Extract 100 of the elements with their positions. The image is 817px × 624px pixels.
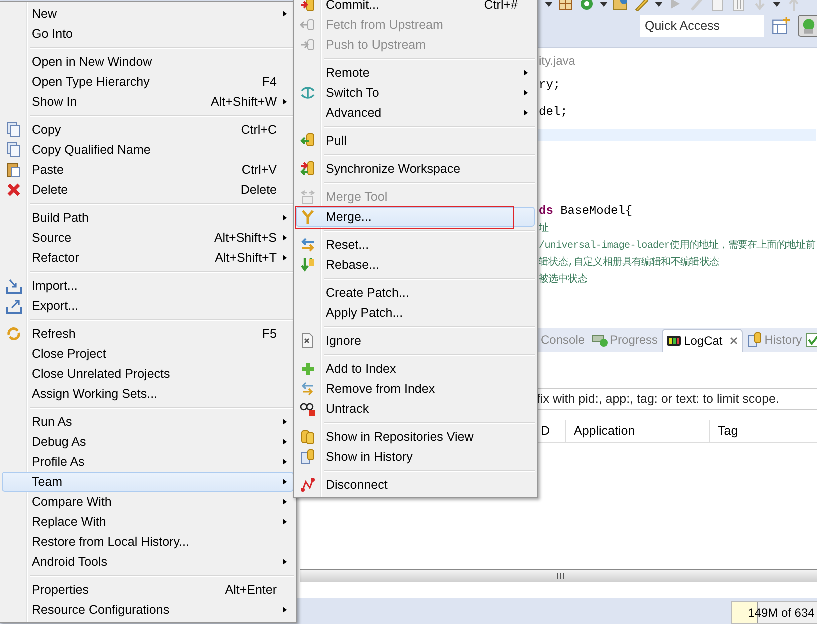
- swap-arrows-icon: [300, 237, 316, 253]
- grip-icon[interactable]: [557, 572, 566, 580]
- menu-item[interactable]: Import...: [2, 276, 294, 296]
- merge-tool-icon: [300, 189, 316, 205]
- view-tab[interactable]: LogCat: [662, 328, 743, 352]
- menu-item[interactable]: Resource Configurations: [2, 600, 294, 620]
- heap-meter[interactable]: 149M of 634: [731, 601, 817, 624]
- cylinder-arrow-icon: [300, 0, 316, 13]
- down-arrow-icon: [300, 257, 316, 273]
- menu-item[interactable]: Merge...: [296, 207, 535, 227]
- keyboard-shortcut: F4: [261, 75, 277, 89]
- cylinders-icon: [300, 429, 316, 445]
- grid-icon[interactable]: [558, 0, 574, 12]
- broken-link-icon: [300, 477, 316, 493]
- menu-item[interactable]: Disconnect: [296, 475, 535, 495]
- menu-item[interactable]: Pull: [296, 131, 535, 151]
- menu-item[interactable]: Add to Index: [296, 359, 535, 379]
- document-cylinder-icon: [300, 449, 316, 465]
- document-icon[interactable]: [710, 0, 726, 12]
- menu-item[interactable]: Refresh F5: [2, 324, 294, 344]
- code-line: ry;: [539, 78, 561, 92]
- menu-item[interactable]: Team: [2, 472, 294, 492]
- dropdown-caret-icon[interactable]: [773, 2, 781, 6]
- menu-item[interactable]: New: [2, 4, 294, 24]
- close-icon[interactable]: [728, 336, 739, 346]
- menu-item[interactable]: Show in Repositories View: [296, 427, 535, 447]
- menu-item[interactable]: Compare With: [2, 492, 294, 512]
- menu-item[interactable]: Properties Alt+Enter: [2, 580, 294, 600]
- menu-item[interactable]: Create Patch...: [296, 283, 535, 303]
- menu-item[interactable]: Open in New Window: [2, 52, 294, 72]
- menu-item[interactable]: Delete Delete: [2, 180, 294, 200]
- tray-arrow-icon: [6, 298, 22, 314]
- glasses-lock-icon: [300, 401, 316, 417]
- keyboard-shortcut: Alt+Enter: [224, 583, 277, 597]
- menu-item[interactable]: Go Into: [2, 24, 294, 44]
- menu-item[interactable]: Profile As: [2, 452, 294, 472]
- menu-item[interactable]: Commit... Ctrl+#: [296, 0, 535, 15]
- delete-icon: [6, 182, 22, 198]
- refresh-icon: [6, 326, 22, 342]
- cylinder-arrow-icon: [300, 37, 316, 53]
- menu-item[interactable]: Close Unrelated Projects: [2, 364, 294, 384]
- code-comment: 被选中状态: [539, 272, 588, 286]
- branches-icon: [300, 85, 316, 101]
- column-header[interactable]: Tag: [710, 420, 817, 442]
- keyboard-shortcut: Alt+Shift+S: [213, 231, 277, 245]
- menu-item[interactable]: Build Path: [2, 208, 294, 228]
- menu-item[interactable]: Show In Alt+Shift+W: [2, 92, 294, 112]
- quick-access-field[interactable]: Quick Access: [640, 15, 764, 37]
- cylinder-arrow-icon: [300, 17, 316, 33]
- menu-item[interactable]: Apply Patch...: [296, 303, 535, 323]
- menu-item[interactable]: Open Type Hierarchy F4: [2, 72, 294, 92]
- document-cylinder-icon: [746, 332, 763, 348]
- splitter-bar[interactable]: [300, 569, 817, 582]
- copy-icon: [6, 142, 22, 158]
- menu-item[interactable]: Remote: [296, 63, 535, 83]
- menu-item[interactable]: Reset...: [296, 235, 535, 255]
- heap-label: 149M of 634: [747, 606, 815, 620]
- dropdown-caret-icon[interactable]: [655, 2, 663, 6]
- pencil-icon[interactable]: [634, 0, 650, 12]
- menu-item[interactable]: Rebase...: [296, 255, 535, 275]
- column-header[interactable]: Application: [566, 420, 710, 442]
- menu-item[interactable]: Refactor Alt+Shift+T: [2, 248, 294, 268]
- tray-arrow-icon: [6, 278, 22, 294]
- menu-item[interactable]: Paste Ctrl+V: [2, 160, 294, 180]
- menu-item[interactable]: Ignore: [296, 331, 535, 351]
- menu-item[interactable]: Synchronize Workspace: [296, 159, 535, 179]
- menu-item[interactable]: Export...: [2, 296, 294, 316]
- keyboard-shortcut: Ctrl+V: [240, 163, 277, 177]
- menu-item[interactable]: Debug As: [2, 432, 294, 452]
- perspective-icon[interactable]: [798, 15, 817, 37]
- keyboard-shortcut: Ctrl+C: [240, 123, 277, 137]
- code-comment: /universal-image-loader使用的地址，需要在上面的地址前: [539, 238, 816, 252]
- menu-item[interactable]: Close Project: [2, 344, 294, 364]
- code-comment: 辑状态,自定义相册具有编辑和不编辑状态: [539, 256, 720, 268]
- menu-item[interactable]: Assign Working Sets...: [2, 384, 294, 404]
- menu-item[interactable]: Advanced: [296, 103, 535, 123]
- keyboard-shortcut: F5: [261, 327, 277, 341]
- menu-item[interactable]: Show in History: [296, 447, 535, 467]
- code-comment: 址: [539, 222, 549, 234]
- menu-item[interactable]: Source Alt+Shift+S: [2, 228, 294, 248]
- open-perspective-icon[interactable]: [772, 17, 790, 35]
- menu-item[interactable]: Copy Qualified Name: [2, 140, 294, 160]
- cylinder-arrow-icon: [300, 133, 316, 149]
- document-icon: [300, 333, 316, 349]
- menu-item[interactable]: Replace With: [2, 512, 294, 532]
- keyboard-shortcut: Ctrl+#: [483, 0, 518, 12]
- menu-item[interactable]: Copy Ctrl+C: [2, 120, 294, 140]
- swap-arrows-icon: [300, 381, 316, 397]
- dropdown-caret-icon[interactable]: [545, 2, 553, 6]
- menu-item[interactable]: Run As: [2, 412, 294, 432]
- menu-item[interactable]: Android Tools: [2, 552, 294, 572]
- menu-item[interactable]: Restore from Local History...: [2, 532, 294, 552]
- cylinder-arrows-icon: [300, 161, 316, 177]
- folder-icon[interactable]: [613, 0, 629, 12]
- refresh-icon[interactable]: [579, 0, 595, 12]
- code-line: ds BaseModel{: [539, 204, 633, 218]
- clipboard-icon: [6, 162, 22, 178]
- dropdown-caret-icon[interactable]: [600, 2, 608, 6]
- menu-item[interactable]: Switch To: [296, 83, 535, 103]
- code-line: del;: [539, 105, 568, 119]
